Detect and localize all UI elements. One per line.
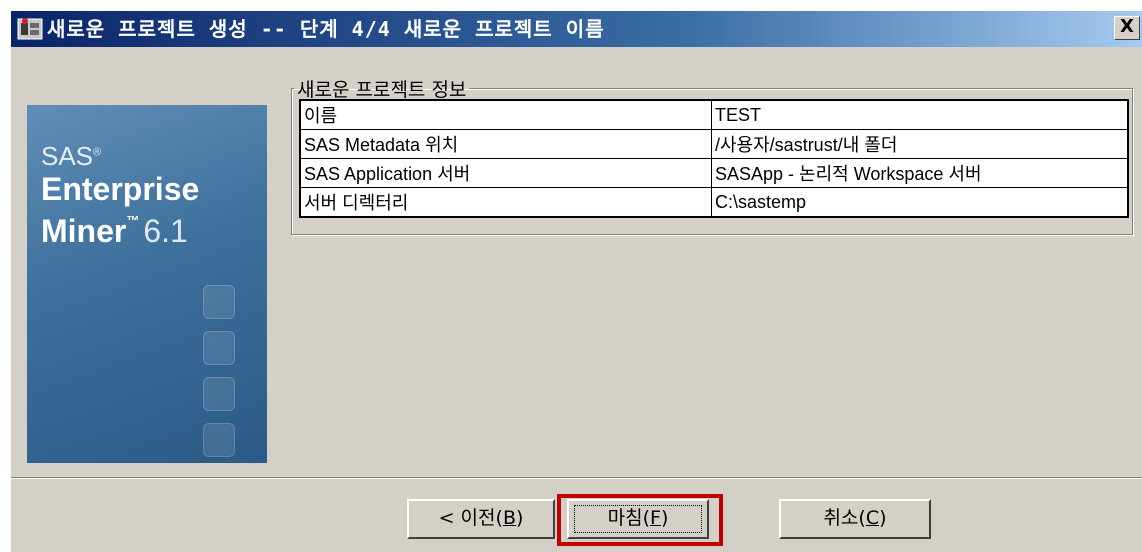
- row-key: 이름: [299, 99, 712, 130]
- table-row: 이름 TEST: [299, 99, 1129, 130]
- row-value: SASApp - 논리적 Workspace 서버: [711, 158, 1129, 188]
- group-title: 새로운 프로젝트 정보: [297, 79, 467, 101]
- window-title: 새로운 프로젝트 생성 -- 단계 4/4 새로운 프로젝트 이름: [47, 17, 605, 41]
- banner-enterprise-text: Enterprise: [41, 171, 200, 207]
- product-banner: SAS® Enterprise Miner™ 6.1: [27, 105, 267, 463]
- banner-decoration: [203, 285, 235, 319]
- wizard-window: 새로운 프로젝트 생성 -- 단계 4/4 새로운 프로젝트 이름 X SAS®…: [10, 10, 1142, 552]
- cancel-button[interactable]: 취소(C): [779, 499, 931, 539]
- banner-decoration: [203, 377, 235, 411]
- project-info-table: 이름 TEST SAS Metadata 위치 /사용자/sastrust/내 …: [299, 99, 1129, 218]
- row-key: SAS Application 서버: [299, 158, 712, 188]
- close-button[interactable]: X: [1114, 16, 1140, 40]
- row-value: C:\sastemp: [711, 187, 1129, 218]
- finish-highlight-box: [557, 494, 723, 546]
- row-value: /사용자/sastrust/내 폴더: [711, 129, 1129, 159]
- table-row: SAS Metadata 위치 /사용자/sastrust/내 폴더: [299, 129, 1129, 159]
- app-icon: [17, 18, 43, 40]
- title-bar[interactable]: 새로운 프로젝트 생성 -- 단계 4/4 새로운 프로젝트 이름 X: [11, 11, 1142, 47]
- back-button[interactable]: < 이전(B): [407, 499, 555, 539]
- banner-decoration: [203, 423, 235, 457]
- banner-sas-text: SAS®: [41, 141, 102, 171]
- close-icon: X: [1120, 16, 1134, 37]
- row-key: SAS Metadata 위치: [299, 129, 712, 159]
- banner-decoration: [203, 331, 235, 365]
- table-row: 서버 디렉터리 C:\sastemp: [299, 187, 1129, 218]
- button-bar-divider: [11, 477, 1142, 479]
- table-row: SAS Application 서버 SASApp - 논리적 Workspac…: [299, 158, 1129, 188]
- row-key: 서버 디렉터리: [299, 187, 712, 218]
- row-value: TEST: [711, 99, 1129, 130]
- banner-miner-text: Miner™ 6.1: [41, 213, 188, 249]
